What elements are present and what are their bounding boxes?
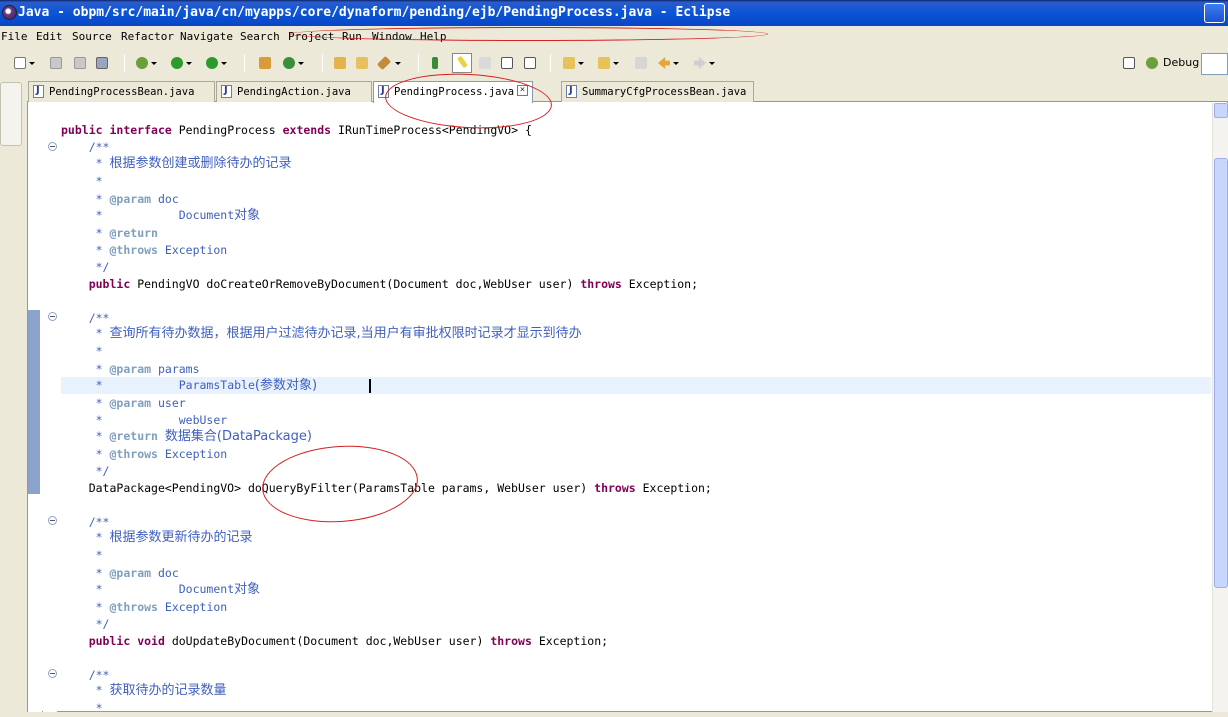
previous-annotation-icon[interactable] bbox=[596, 55, 619, 71]
next-annotation-icon[interactable] bbox=[561, 55, 584, 71]
fold-collapse-icon[interactable] bbox=[48, 142, 57, 151]
new-package-icon[interactable] bbox=[257, 55, 273, 71]
code-line: * bbox=[95, 344, 103, 358]
code-line: * 根据参数创建或删除待办的记录 bbox=[95, 156, 292, 171]
editor-tabs: PendingProcessBean.java PendingAction.ja… bbox=[27, 80, 1228, 103]
java-file-icon bbox=[33, 85, 44, 98]
text-caret bbox=[369, 379, 371, 393]
menu-navigate[interactable]: Navigate bbox=[180, 30, 233, 43]
menu-search[interactable]: Search bbox=[240, 30, 280, 43]
java-file-icon bbox=[221, 85, 232, 98]
code-line: public PendingVO doCreateOrRemoveByDocum… bbox=[88, 277, 699, 291]
code-line: * 获取待办的记录数量 bbox=[95, 683, 227, 698]
java-file-icon bbox=[566, 85, 577, 98]
tab-label: PendingAction.java bbox=[237, 86, 351, 98]
eclipse-icon[interactable] bbox=[2, 5, 17, 20]
toolbar-separator bbox=[322, 54, 323, 72]
save-icon[interactable] bbox=[48, 55, 64, 71]
pilcrow-icon[interactable] bbox=[522, 55, 538, 71]
code-line: * @param params bbox=[95, 362, 200, 376]
code-line: public void doUpdateByDocument(Document … bbox=[88, 634, 609, 648]
range-indicator bbox=[28, 310, 40, 494]
code-line: * 根据参数更新待办的记录 bbox=[95, 530, 253, 545]
left-trim-stack bbox=[0, 80, 24, 712]
code-line: * @return bbox=[95, 226, 158, 240]
code-line: * webUser bbox=[95, 413, 228, 427]
fold-collapse-icon[interactable] bbox=[48, 669, 57, 678]
code-line: * Document对象 bbox=[95, 208, 261, 223]
code-line: * @throws Exception bbox=[95, 600, 228, 614]
java-perspective-button[interactable] bbox=[1201, 53, 1228, 75]
toggle-mark-occurrences-icon[interactable] bbox=[430, 55, 446, 71]
code-line: * @return 数据集合(DataPackage) bbox=[95, 429, 312, 444]
code-line: * @throws Exception bbox=[95, 243, 228, 257]
code-line: * 查询所有待办数据，根据用户过滤待办记录,当用户有审批权限时记录才显示到待办 bbox=[95, 326, 582, 341]
main-toolbar: Debug bbox=[0, 48, 1228, 78]
new-class-icon[interactable] bbox=[281, 55, 304, 71]
menu-source[interactable]: Source bbox=[72, 30, 112, 43]
open-folder-icon[interactable] bbox=[354, 55, 370, 71]
code-line: */ bbox=[95, 617, 110, 631]
print-icon[interactable] bbox=[94, 55, 110, 71]
tab-label: PendingProcessBean.java bbox=[49, 86, 195, 98]
run-icon[interactable] bbox=[169, 55, 192, 71]
code-line: * bbox=[95, 174, 103, 188]
scrollbar-thumb[interactable] bbox=[1214, 158, 1228, 588]
menu-edit[interactable]: Edit bbox=[36, 30, 63, 43]
debug-perspective-icon[interactable] bbox=[1144, 55, 1160, 71]
minimized-view-stack[interactable] bbox=[0, 82, 22, 146]
back-icon[interactable] bbox=[656, 55, 679, 71]
folding-ruler bbox=[43, 103, 57, 712]
code-line: * ParamsTable(参数对象) bbox=[95, 378, 318, 393]
window-title: Java - obpm/src/main/java/cn/myapps/core… bbox=[18, 5, 731, 20]
open-type-icon[interactable] bbox=[332, 55, 348, 71]
code-line: * bbox=[95, 701, 103, 715]
toolbar-separator bbox=[244, 54, 245, 72]
highlight-icon[interactable] bbox=[452, 53, 472, 73]
vertical-scrollbar[interactable] bbox=[1212, 103, 1228, 712]
fold-collapse-icon[interactable] bbox=[48, 312, 57, 321]
tab-label: SummaryCfgProcessBean.java bbox=[582, 86, 747, 98]
external-tools-icon[interactable] bbox=[204, 55, 227, 71]
toolbar-separator bbox=[550, 54, 551, 72]
code-line: * bbox=[95, 548, 103, 562]
code-line: * @param doc bbox=[95, 192, 179, 206]
search-icon[interactable] bbox=[376, 55, 401, 71]
menu-file[interactable]: File bbox=[1, 30, 28, 43]
debug-icon[interactable] bbox=[134, 55, 157, 71]
code-line: * @param doc bbox=[95, 566, 179, 580]
code-editor[interactable]: public interface PendingProcess extends … bbox=[61, 103, 1211, 715]
title-bar: Java - obpm/src/main/java/cn/myapps/core… bbox=[0, 0, 1228, 26]
code-line: * @param user bbox=[95, 396, 186, 410]
toolbar-separator bbox=[124, 54, 125, 72]
tab-summarycfgprocessbean[interactable]: SummaryCfgProcessBean.java bbox=[561, 81, 754, 102]
tab-pendingaction[interactable]: PendingAction.java bbox=[216, 81, 372, 102]
minimize-button[interactable] bbox=[1204, 3, 1225, 23]
show-whitespace-icon[interactable] bbox=[499, 55, 515, 71]
code-line: * @throws Exception bbox=[95, 447, 228, 461]
annotation-ellipse-menu bbox=[290, 27, 768, 41]
tab-pendingprocessbean[interactable]: PendingProcessBean.java bbox=[28, 81, 215, 102]
code-line: */ bbox=[95, 260, 110, 274]
forward-icon[interactable] bbox=[692, 55, 715, 71]
new-icon[interactable] bbox=[12, 55, 35, 71]
toggle-block-icon[interactable] bbox=[477, 55, 493, 71]
last-edit-icon[interactable] bbox=[633, 55, 649, 71]
save-all-icon[interactable] bbox=[72, 55, 88, 71]
toolbar-separator bbox=[418, 54, 419, 72]
menu-refactor[interactable]: Refactor bbox=[121, 30, 174, 43]
code-line: * Document对象 bbox=[95, 582, 261, 597]
code-line: /** bbox=[88, 140, 110, 154]
scroll-up-icon[interactable] bbox=[1214, 103, 1228, 118]
debug-perspective-label[interactable]: Debug bbox=[1163, 56, 1199, 69]
fold-collapse-icon[interactable] bbox=[48, 516, 57, 525]
open-perspective-icon[interactable] bbox=[1121, 55, 1137, 71]
code-line: */ bbox=[95, 464, 110, 478]
